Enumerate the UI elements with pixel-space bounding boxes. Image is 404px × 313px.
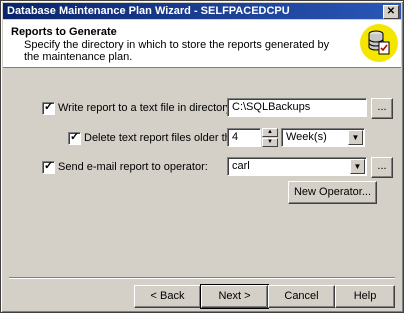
footer-divider bbox=[9, 277, 395, 279]
chevron-down-icon[interactable]: ▼ bbox=[348, 130, 363, 145]
page-title: Reports to Generate bbox=[11, 26, 117, 38]
check-icon: ✓ bbox=[44, 160, 54, 172]
help-button[interactable]: Help bbox=[335, 285, 395, 308]
next-button[interactable]: Next > bbox=[200, 284, 269, 309]
age-spinner[interactable]: ▲ ▼ bbox=[262, 128, 278, 147]
back-button[interactable]: < Back bbox=[134, 285, 201, 308]
page-subtitle: Specify the directory in which to store … bbox=[24, 39, 330, 63]
age-number-input[interactable]: 4 bbox=[227, 128, 261, 147]
wizard-header: Reports to Generate Specify the director… bbox=[3, 20, 401, 68]
spin-down-icon[interactable]: ▼ bbox=[262, 138, 278, 147]
write-report-label: Write report to a text file in directory… bbox=[58, 102, 235, 114]
spin-up-icon[interactable]: ▲ bbox=[262, 128, 278, 137]
wizard-window: Database Maintenance Plan Wizard - SELFP… bbox=[0, 0, 404, 313]
check-icon: ✓ bbox=[44, 101, 54, 113]
cancel-button[interactable]: Cancel bbox=[268, 285, 335, 308]
new-operator-button[interactable]: New Operator... bbox=[288, 181, 377, 204]
send-email-checkbox[interactable]: ✓ bbox=[42, 160, 55, 174]
browse-operator-button[interactable]: ... bbox=[371, 157, 393, 178]
database-report-icon bbox=[360, 24, 398, 62]
send-email-label: Send e-mail report to operator: bbox=[58, 161, 208, 173]
window-title: Database Maintenance Plan Wizard - SELFP… bbox=[7, 5, 290, 17]
browse-directory-button[interactable]: ... bbox=[371, 98, 393, 119]
delete-reports-checkbox[interactable]: ✓ bbox=[68, 131, 81, 145]
operator-value: carl bbox=[232, 160, 250, 172]
chevron-down-icon[interactable]: ▼ bbox=[350, 159, 365, 174]
write-report-checkbox[interactable]: ✓ bbox=[42, 101, 55, 115]
operator-select[interactable]: carl bbox=[227, 157, 367, 176]
age-unit-value: Week(s) bbox=[286, 131, 327, 143]
check-icon: ✓ bbox=[70, 131, 80, 143]
delete-reports-label: Delete text report files older than: bbox=[84, 132, 247, 144]
title-bar: Database Maintenance Plan Wizard - SELFP… bbox=[3, 3, 401, 19]
close-button[interactable]: ✕ bbox=[383, 5, 399, 19]
report-directory-input[interactable]: C:\SQLBackups bbox=[227, 98, 367, 117]
